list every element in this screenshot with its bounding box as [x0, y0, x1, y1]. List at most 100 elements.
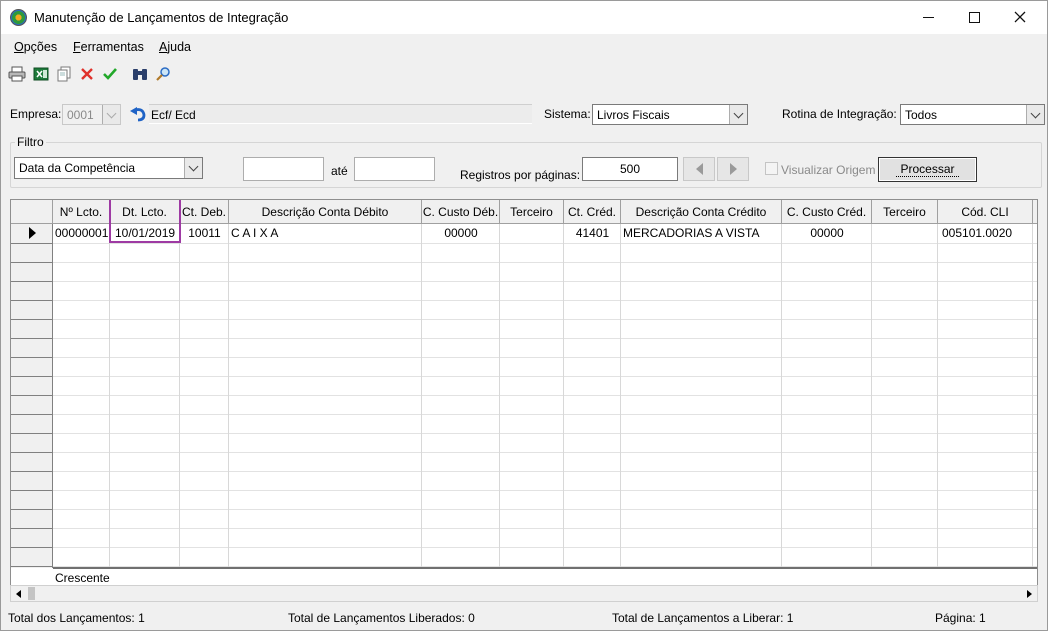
row-separator: [11, 433, 53, 434]
filter-to-input[interactable]: [354, 157, 435, 181]
confirm-button[interactable]: [100, 64, 120, 84]
visualizar-origem-checkbox[interactable]: [765, 162, 778, 175]
menu-opcoes[interactable]: Opções: [14, 40, 57, 54]
search-button[interactable]: [153, 64, 173, 84]
maximize-icon: [968, 11, 980, 23]
maximize-button[interactable]: [951, 1, 997, 33]
row-separator: [53, 262, 1037, 263]
refresh-button[interactable]: [128, 105, 147, 124]
col-header[interactable]: Descrição Conta Débito: [229, 200, 422, 223]
registros-label: Registros por páginas:: [460, 168, 581, 182]
menu-bar: Opções Ferramentas Ajuda: [1, 37, 1047, 57]
row-separator: [11, 357, 53, 358]
cell-cod-cli[interactable]: 005101.0020: [942, 225, 1034, 242]
row-separator: [11, 262, 53, 263]
ate-label: até: [331, 164, 348, 178]
scroll-left-icon[interactable]: [16, 590, 21, 598]
cell-terceiro-cred[interactable]: [872, 225, 938, 242]
export-excel-button[interactable]: [31, 64, 51, 84]
binoculars-icon: [133, 69, 147, 80]
scroll-right-icon[interactable]: [1027, 590, 1032, 598]
print-button[interactable]: [7, 64, 27, 84]
row-separator: [11, 243, 53, 244]
grid-corner: [11, 200, 53, 223]
row-separator: [53, 357, 1037, 358]
title-bar: Manutenção de Lançamentos de Integração: [1, 1, 1047, 34]
col-header[interactable]: Ct. Deb.: [180, 200, 229, 223]
undo-icon: [129, 106, 145, 121]
column-separator: [109, 224, 110, 568]
search-icon: [156, 67, 170, 81]
col-header[interactable]: Ct. Créd.: [564, 200, 621, 223]
copy-icon: [57, 66, 71, 82]
prev-page-button[interactable]: [683, 157, 715, 181]
rotina-value: Todos: [905, 108, 938, 122]
find-button[interactable]: [130, 64, 150, 84]
process-label: Processar: [896, 162, 959, 177]
arrow-left-icon: [695, 163, 703, 175]
filter-from-input[interactable]: [243, 157, 324, 181]
delete-icon: [81, 68, 93, 80]
cell-custo-cred[interactable]: 00000: [782, 225, 872, 242]
row-separator: [53, 414, 1037, 415]
main-window: Manutenção de Lançamentos de Integração …: [0, 0, 1048, 631]
row-separator: [53, 243, 1037, 244]
copy-button[interactable]: [54, 64, 74, 84]
col-header[interactable]: Terceiro: [500, 200, 564, 223]
confirm-icon: [103, 68, 117, 80]
col-header[interactable]: Terceiro: [872, 200, 938, 223]
column-separator: [228, 224, 229, 568]
status-total-liberados: Total de Lançamentos Liberados: 0: [288, 611, 475, 625]
row-separator: [53, 509, 1037, 510]
next-page-button[interactable]: [717, 157, 749, 181]
app-icon: [10, 9, 27, 26]
cell-ct-deb[interactable]: 10011: [180, 225, 229, 242]
menu-opcoes-label: pções: [23, 40, 58, 54]
cell-custo-deb[interactable]: 00000: [422, 225, 500, 242]
col-header[interactable]: C. Custo Créd.: [782, 200, 872, 223]
delete-button[interactable]: [77, 64, 97, 84]
row-separator: [53, 376, 1037, 377]
row-separator: [11, 414, 53, 415]
scroll-thumb[interactable]: [28, 587, 35, 600]
minimize-button[interactable]: [905, 1, 951, 33]
row-separator: [11, 471, 53, 472]
cell-ct-cred[interactable]: 41401: [564, 225, 621, 242]
row-separator: [11, 300, 53, 301]
cell-terceiro-deb[interactable]: [500, 225, 564, 242]
menu-ajuda[interactable]: Ajuda: [159, 40, 191, 54]
process-button[interactable]: Processar: [878, 157, 977, 182]
visualizar-origem-label: Visualizar Origem: [781, 163, 876, 177]
close-button[interactable]: [997, 1, 1043, 33]
excel-icon: [33, 67, 49, 81]
column-separator: [421, 224, 422, 568]
col-header[interactable]: Cód. CLI: [938, 200, 1033, 223]
empresa-label: Empresa:: [10, 107, 62, 121]
sistema-select[interactable]: Livros Fiscais: [592, 104, 748, 125]
column-separator: [620, 224, 621, 568]
horizontal-scrollbar[interactable]: [10, 585, 1038, 602]
cell-num-lcto[interactable]: 00000001: [55, 225, 109, 242]
column-separator: [781, 224, 782, 568]
row-separator: [11, 528, 53, 529]
menu-ferramentas[interactable]: Ferramentas: [73, 40, 144, 54]
row-separator: [53, 319, 1037, 320]
row-separator: [11, 395, 53, 396]
col-header[interactable]: Descrição Conta Crédito: [621, 200, 782, 223]
entries-grid[interactable]: Nº Lcto. Dt. Lcto. Ct. Deb. Descrição Co…: [10, 199, 1038, 586]
col-header[interactable]: Nº Lcto.: [53, 200, 110, 223]
cell-desc-credito[interactable]: MERCADORIAS A VISTA: [623, 225, 781, 242]
menu-ajuda-label: juda: [167, 40, 191, 54]
row-separator: [11, 547, 53, 548]
registros-input[interactable]: 500: [582, 157, 678, 181]
row-separator: [53, 395, 1037, 396]
col-header[interactable]: C. Custo Déb.: [422, 200, 500, 223]
row-separator: [11, 319, 53, 320]
column-separator: [1032, 224, 1033, 568]
filter-type-select[interactable]: Data da Competência: [14, 157, 203, 179]
rotina-select[interactable]: Todos: [900, 104, 1045, 125]
cell-desc-debito[interactable]: C A I X A: [231, 225, 421, 242]
row-separator: [53, 528, 1037, 529]
empresa-system-name: Ecf/ Ecd: [149, 104, 532, 124]
row-separator: [53, 471, 1037, 472]
